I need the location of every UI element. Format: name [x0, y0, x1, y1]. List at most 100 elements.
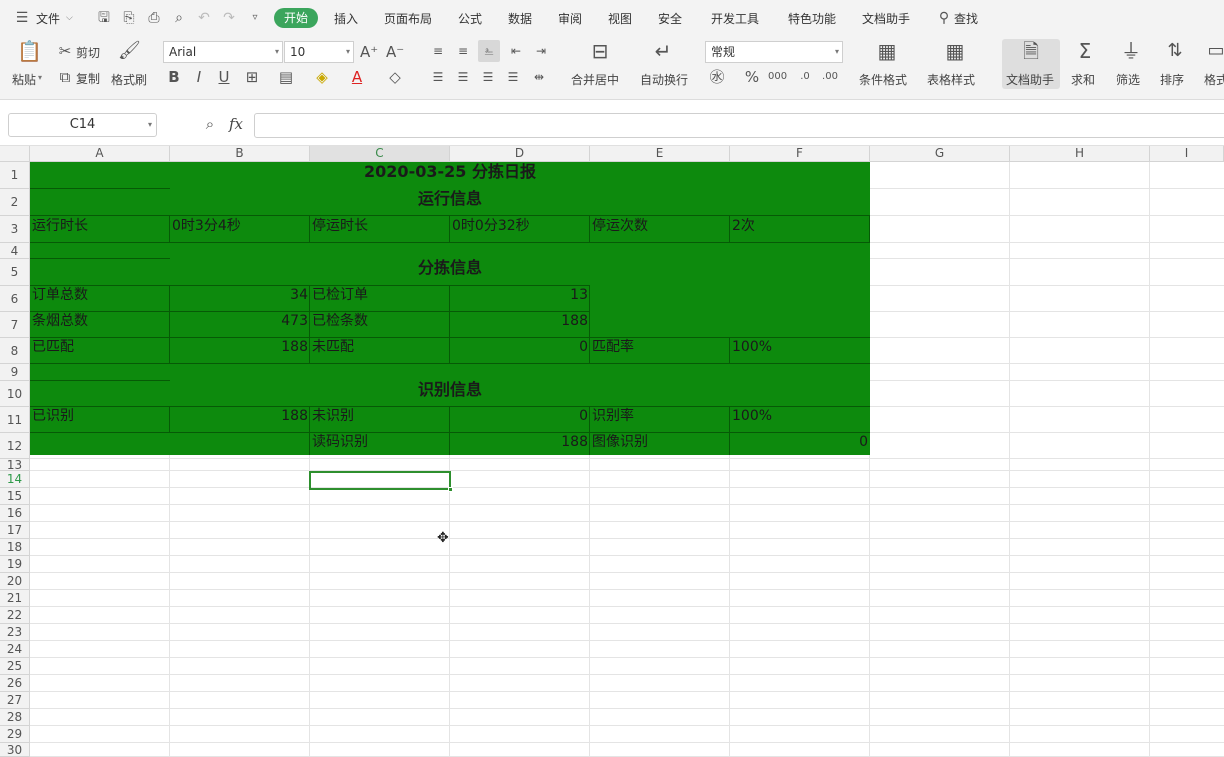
wrap-text-button[interactable]: 自动换行	[640, 71, 688, 88]
tab-doc-assistant[interactable]: 文档助手	[862, 10, 910, 27]
column-header[interactable]: A	[30, 146, 170, 162]
wrap-text-icon[interactable]: ↵	[651, 41, 675, 61]
order-total-label[interactable]: 订单总数	[32, 286, 88, 304]
stop-count-value[interactable]: 2次	[732, 217, 755, 235]
row-header[interactable]: 23	[0, 624, 30, 641]
column-header[interactable]: E	[590, 146, 730, 162]
filter-button[interactable]: 筛选	[1116, 71, 1140, 88]
row-header[interactable]: 18	[0, 539, 30, 556]
run-time-value[interactable]: 0时3分4秒	[172, 217, 241, 235]
column-header[interactable]: H	[1010, 146, 1150, 162]
merge-center-button[interactable]: 合并居中	[571, 71, 619, 88]
matched-label[interactable]: 已匹配	[32, 338, 74, 356]
image-label[interactable]: 图像识别	[592, 433, 648, 451]
tab-page-layout[interactable]: 页面布局	[384, 10, 432, 27]
tab-developer[interactable]: 开发工具	[711, 10, 759, 27]
row-header[interactable]: 2	[0, 189, 30, 216]
row-header[interactable]: 5	[0, 259, 30, 286]
decrease-decimal-icon[interactable]: .00	[820, 68, 840, 86]
fx-icon[interactable]: fx	[229, 115, 243, 133]
match-rate-label[interactable]: 匹配率	[592, 338, 634, 356]
tab-home[interactable]: 开始	[274, 8, 318, 28]
unrecognized-label[interactable]: 未识别	[312, 407, 354, 425]
unmatched-label[interactable]: 未匹配	[312, 338, 354, 356]
cig-total-value[interactable]: 473	[170, 312, 308, 330]
copy-icon[interactable]: ⧉	[57, 68, 73, 86]
increase-font-icon[interactable]: A⁺	[360, 43, 378, 61]
hamburger-icon[interactable]: ☰	[14, 10, 30, 26]
row-header[interactable]: 24	[0, 641, 30, 658]
tab-insert[interactable]: 插入	[334, 10, 358, 27]
column-header[interactable]: F	[730, 146, 870, 162]
format-icon[interactable]: ▭	[1206, 42, 1224, 60]
conditional-format-icon[interactable]: ▦	[875, 41, 899, 61]
save-icon[interactable]: 🖫	[96, 10, 112, 26]
search-icon[interactable]: ⚲	[936, 10, 952, 26]
menu-file[interactable]: 文件	[36, 10, 60, 27]
row-header[interactable]: 6	[0, 286, 30, 312]
customize-icon[interactable]: ▿	[247, 10, 263, 26]
run-time-label[interactable]: 运行时长	[32, 217, 88, 235]
row-header[interactable]: 10	[0, 381, 30, 407]
thousands-icon[interactable]: 000	[768, 68, 787, 86]
row-header[interactable]: 27	[0, 692, 30, 709]
undo-icon[interactable]: ↶	[196, 10, 212, 26]
column-header[interactable]: I	[1150, 146, 1224, 162]
fill-color-icon[interactable]: ◈	[313, 68, 331, 86]
print-icon[interactable]: ⎙	[146, 10, 162, 26]
doc-assistant-button[interactable]: 🗎 文档助手	[1002, 39, 1060, 89]
section-sort-info[interactable]: 分拣信息	[30, 259, 870, 277]
font-name-select[interactable]: Arial ▾	[163, 41, 283, 63]
tab-data[interactable]: 数据	[508, 10, 532, 27]
row-header[interactable]: 22	[0, 607, 30, 624]
row-header[interactable]: 19	[0, 556, 30, 573]
selected-cell-c14[interactable]	[309, 471, 453, 492]
cut-icon[interactable]: ✂	[57, 42, 73, 60]
row-header[interactable]: 12	[0, 433, 30, 459]
number-format-select[interactable]: 常规 ▾	[705, 41, 843, 63]
stop-count-label[interactable]: 停运次数	[592, 217, 648, 235]
row-header[interactable]: 29	[0, 726, 30, 743]
match-rate-value[interactable]: 100%	[732, 338, 772, 356]
sort-icon[interactable]: ⇅	[1164, 42, 1186, 60]
recognized-label[interactable]: 已识别	[32, 407, 74, 425]
row-header[interactable]: 9	[0, 364, 30, 381]
unrecognized-value[interactable]: 0	[450, 407, 588, 425]
tab-security[interactable]: 安全	[658, 10, 682, 27]
align-middle-icon[interactable]: ≡	[455, 42, 471, 60]
font-size-select[interactable]: 10 ▾	[284, 41, 354, 63]
format-painter-button[interactable]: 格式刷	[111, 71, 147, 88]
image-value[interactable]: 0	[730, 433, 868, 451]
search-label[interactable]: 查找	[954, 10, 978, 27]
redo-icon[interactable]: ↷	[221, 10, 237, 26]
row-header[interactable]: 8	[0, 338, 30, 364]
table-style-button[interactable]: 表格样式	[927, 71, 975, 88]
export-icon[interactable]: ⎘	[121, 10, 137, 26]
align-right-icon[interactable]: ☰	[480, 68, 496, 86]
recog-rate-label[interactable]: 识别率	[592, 407, 634, 425]
row-header[interactable]: 14	[0, 471, 30, 488]
filter-icon[interactable]: ⏚	[1120, 41, 1142, 61]
sum-icon[interactable]: Σ	[1074, 41, 1096, 61]
copy-button[interactable]: 复制	[76, 70, 100, 87]
row-header[interactable]: 16	[0, 505, 30, 522]
row-header[interactable]: 30	[0, 743, 30, 757]
report-title[interactable]: 2020-03-25 分拣日报	[30, 163, 870, 181]
currency-icon[interactable]: ㊌	[708, 68, 726, 86]
stop-time-value[interactable]: 0时0分32秒	[452, 217, 530, 235]
format-button[interactable]: 格式	[1204, 71, 1224, 88]
barcode-value[interactable]: 188	[450, 433, 588, 451]
tab-special-features[interactable]: 特色功能	[788, 10, 836, 27]
column-header[interactable]: B	[170, 146, 310, 162]
row-header[interactable]: 1	[0, 162, 30, 189]
checked-order-value[interactable]: 13	[450, 286, 588, 304]
recognized-value[interactable]: 188	[170, 407, 308, 425]
row-header[interactable]: 15	[0, 488, 30, 505]
decrease-indent-icon[interactable]: ⇤	[508, 42, 524, 60]
paste-button[interactable]: 粘贴	[12, 71, 36, 88]
row-header[interactable]: 3	[0, 216, 30, 243]
justify-icon[interactable]: ☰	[505, 68, 521, 86]
bold-icon[interactable]: B	[166, 68, 182, 86]
align-center-icon[interactable]: ☰	[455, 68, 471, 86]
font-color-icon[interactable]: A	[349, 68, 365, 86]
